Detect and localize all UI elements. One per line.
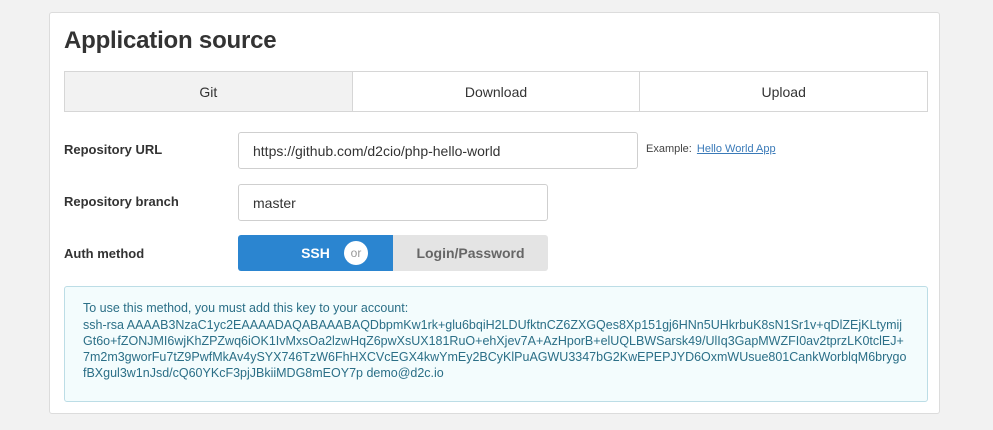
auth-login-password-button[interactable]: Login/Password — [393, 235, 548, 271]
ssh-key-info-box: To use this method, you must add this ke… — [64, 286, 928, 402]
example-hint: Example: Hello World App — [646, 143, 776, 155]
tab-git[interactable]: Git — [65, 72, 352, 111]
tab-upload[interactable]: Upload — [639, 72, 928, 111]
auth-method-toggle: SSH Login/Password or — [238, 235, 548, 271]
ssh-public-key[interactable]: ssh-rsa AAAAB3NzaC1yc2EAAAADAQABAAABAQDb… — [83, 317, 909, 381]
or-separator: or — [344, 241, 368, 265]
repository-branch-input[interactable] — [238, 184, 548, 221]
source-tabs: Git Download Upload — [64, 71, 928, 112]
tab-download[interactable]: Download — [351, 72, 640, 111]
example-link[interactable]: Hello World App — [697, 143, 776, 155]
auth-ssh-button[interactable]: SSH — [238, 235, 393, 271]
auth-method-label: Auth method — [64, 246, 145, 261]
repository-url-input[interactable] — [238, 132, 638, 169]
repository-branch-label: Repository branch — [64, 194, 179, 209]
example-label: Example: — [646, 143, 692, 155]
application-source-panel: Application source Git Download Upload R… — [49, 12, 940, 414]
section-title: Application source — [64, 27, 277, 54]
ssh-key-intro: To use this method, you must add this ke… — [83, 301, 409, 315]
repository-url-label: Repository URL — [64, 142, 163, 157]
